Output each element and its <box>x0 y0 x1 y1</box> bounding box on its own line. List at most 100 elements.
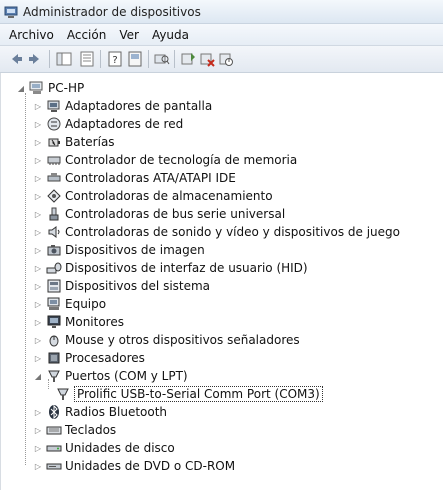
toolbar-separator <box>100 50 101 68</box>
view-icon[interactable] <box>126 50 144 68</box>
expand-arrow-icon[interactable]: ▷ <box>33 281 43 291</box>
tree-item-label: Dispositivos de interfaz de usuario (HID… <box>65 261 308 275</box>
expand-arrow-icon[interactable]: ▷ <box>33 443 43 453</box>
device-tree: ◢ PC-HP ▷ Adaptadores de pantalla ▷ Adap… <box>0 73 443 490</box>
tree-item-label: Dispositivos del sistema <box>65 279 211 293</box>
battery-icon <box>48 138 60 147</box>
menu-ver[interactable]: Ver <box>113 28 146 42</box>
tree-item-label: Dispositivos de imagen <box>65 243 205 257</box>
tree-item-usb-controllers[interactable]: ▷ Controladoras de bus serie universal <box>33 205 285 223</box>
tree-item-label: Monitores <box>65 315 124 329</box>
tree-item-memory-controller[interactable]: ▷ Controlador de tecnología de memoria <box>33 151 297 169</box>
tree-item-imaging-devices[interactable]: ▷ Dispositivos de imagen <box>33 241 205 259</box>
network-adapter-icon <box>47 117 61 131</box>
expand-arrow-icon[interactable]: ▷ <box>33 407 43 417</box>
expand-arrow-icon[interactable]: ▷ <box>33 317 43 327</box>
expand-arrow-icon[interactable]: ▷ <box>33 461 43 471</box>
expand-arrow-icon[interactable]: ▷ <box>33 353 43 363</box>
tree-item-keyboards[interactable]: ▷ Teclados <box>33 421 116 439</box>
tree-item-label: Controlador de tecnología de memoria <box>65 153 298 167</box>
menu-ayuda[interactable]: Ayuda <box>146 28 196 42</box>
tree-item-display-adapters[interactable]: ▷ Adaptadores de pantalla <box>33 97 212 115</box>
tree-item-label: Radios Bluetooth <box>65 405 168 419</box>
tree-connector <box>25 93 26 465</box>
tree-item-batteries[interactable]: ▷ Baterías <box>33 133 115 151</box>
menu-accion[interactable]: Acción <box>61 28 113 42</box>
window-title: Administrador de dispositivos <box>23 4 201 19</box>
disable-icon[interactable] <box>217 50 235 68</box>
collapse-arrow-icon[interactable]: ◢ <box>16 83 26 93</box>
collapse-arrow-icon[interactable]: ◢ <box>33 371 43 381</box>
hid-icon <box>46 262 62 274</box>
storage-controller-icon <box>47 189 61 203</box>
expand-arrow-icon[interactable]: ▷ <box>33 263 43 273</box>
tree-item-monitors[interactable]: ▷ Monitores <box>33 313 124 331</box>
tree-item-ports[interactable]: ◢ Puertos (COM y LPT) <box>33 367 188 385</box>
uninstall-icon[interactable] <box>198 50 216 68</box>
tree-item-processors[interactable]: ▷ Procesadores <box>33 349 145 367</box>
update-driver-icon[interactable] <box>179 50 197 68</box>
expand-arrow-icon[interactable]: ▷ <box>33 335 43 345</box>
title-bar: Administrador de dispositivos <box>0 0 443 24</box>
tree-item-label: Controladoras de sonido y vídeo y dispos… <box>65 225 400 239</box>
sound-icon <box>48 226 60 238</box>
menu-archivo[interactable]: Archivo <box>0 28 61 42</box>
tree-item-network-adapters[interactable]: ▷ Adaptadores de red <box>33 115 183 133</box>
tree-item-mice[interactable]: ▷ Mouse y otros dispositivos señaladores <box>33 331 300 349</box>
properties-icon[interactable] <box>78 50 96 68</box>
tree-item-label: Controladoras ATA/ATAPI IDE <box>65 171 236 185</box>
expand-arrow-icon[interactable]: ▷ <box>33 101 43 111</box>
svg-text:?: ? <box>112 55 117 66</box>
camera-icon <box>47 245 61 256</box>
tree-root-label: PC-HP <box>48 81 85 95</box>
port-icon <box>57 388 69 400</box>
toolbar-separator <box>174 50 175 68</box>
computer-icon <box>29 81 43 94</box>
tree-item-label: Prolific USB-to-Serial Comm Port (COM3) <box>74 386 323 402</box>
device-manager-icon <box>4 6 18 18</box>
forward-icon[interactable] <box>26 50 44 68</box>
tree-item-system-devices[interactable]: ▷ Dispositivos del sistema <box>33 277 210 295</box>
tree-root[interactable]: ◢ PC-HP <box>16 79 84 97</box>
usb-controller-icon <box>49 207 59 221</box>
back-icon[interactable] <box>7 50 25 68</box>
system-device-icon <box>47 279 61 293</box>
memory-controller-icon <box>47 156 61 165</box>
tree-item-label: Equipo <box>65 297 107 311</box>
expand-arrow-icon[interactable]: ▷ <box>33 299 43 309</box>
tree-item-computer[interactable]: ▷ Equipo <box>33 295 106 313</box>
expand-arrow-icon[interactable]: ▷ <box>33 191 43 201</box>
processor-icon <box>48 352 60 364</box>
tree-item-sound-video[interactable]: ▷ Controladoras de sonido y vídeo y disp… <box>33 223 400 241</box>
expand-arrow-icon[interactable]: ▷ <box>33 245 43 255</box>
toolbar-separator <box>49 50 50 68</box>
show-hide-tree-icon[interactable] <box>55 50 73 68</box>
tree-item-bluetooth[interactable]: ▷ Radios Bluetooth <box>33 403 167 421</box>
toolbar: ? <box>0 46 443 73</box>
expand-arrow-icon[interactable]: ▷ <box>33 425 43 435</box>
tree-item-disk-drives[interactable]: ▷ Unidades de disco <box>33 439 175 457</box>
toolbar-separator <box>148 50 149 68</box>
tree-item-label: Baterías <box>65 135 115 149</box>
tree-item-dvd-drives[interactable]: ▷ Unidades de DVD o CD-ROM <box>33 457 235 475</box>
expand-arrow-icon[interactable]: ▷ <box>33 173 43 183</box>
tree-item-hid[interactable]: ▷ Dispositivos de interfaz de usuario (H… <box>33 259 308 277</box>
tree-item-storage-controllers[interactable]: ▷ Controladoras de almacenamiento <box>33 187 273 205</box>
expand-arrow-icon[interactable]: ▷ <box>33 209 43 219</box>
tree-item-label: Unidades de disco <box>65 441 175 455</box>
tree-item-label: Adaptadores de red <box>65 117 184 131</box>
expand-arrow-icon[interactable]: ▷ <box>33 137 43 147</box>
tree-item-ide-controllers[interactable]: ▷ Controladoras ATA/ATAPI IDE <box>33 169 236 187</box>
keyboard-icon <box>46 426 62 435</box>
monitor-icon <box>47 315 61 328</box>
port-icon <box>48 370 60 382</box>
scan-hardware-icon[interactable] <box>153 50 171 68</box>
expand-arrow-icon[interactable]: ▷ <box>33 119 43 129</box>
expand-arrow-icon[interactable]: ▷ <box>33 155 43 165</box>
tree-item-label: Procesadores <box>65 351 145 365</box>
tree-item-prolific-com3[interactable]: Prolific USB-to-Serial Comm Port (COM3) <box>55 385 323 403</box>
expand-arrow-icon[interactable]: ▷ <box>33 227 43 237</box>
dvd-icon <box>46 463 62 470</box>
help-icon[interactable]: ? <box>106 50 124 68</box>
tree-item-label: Puertos (COM y LPT) <box>65 369 188 383</box>
